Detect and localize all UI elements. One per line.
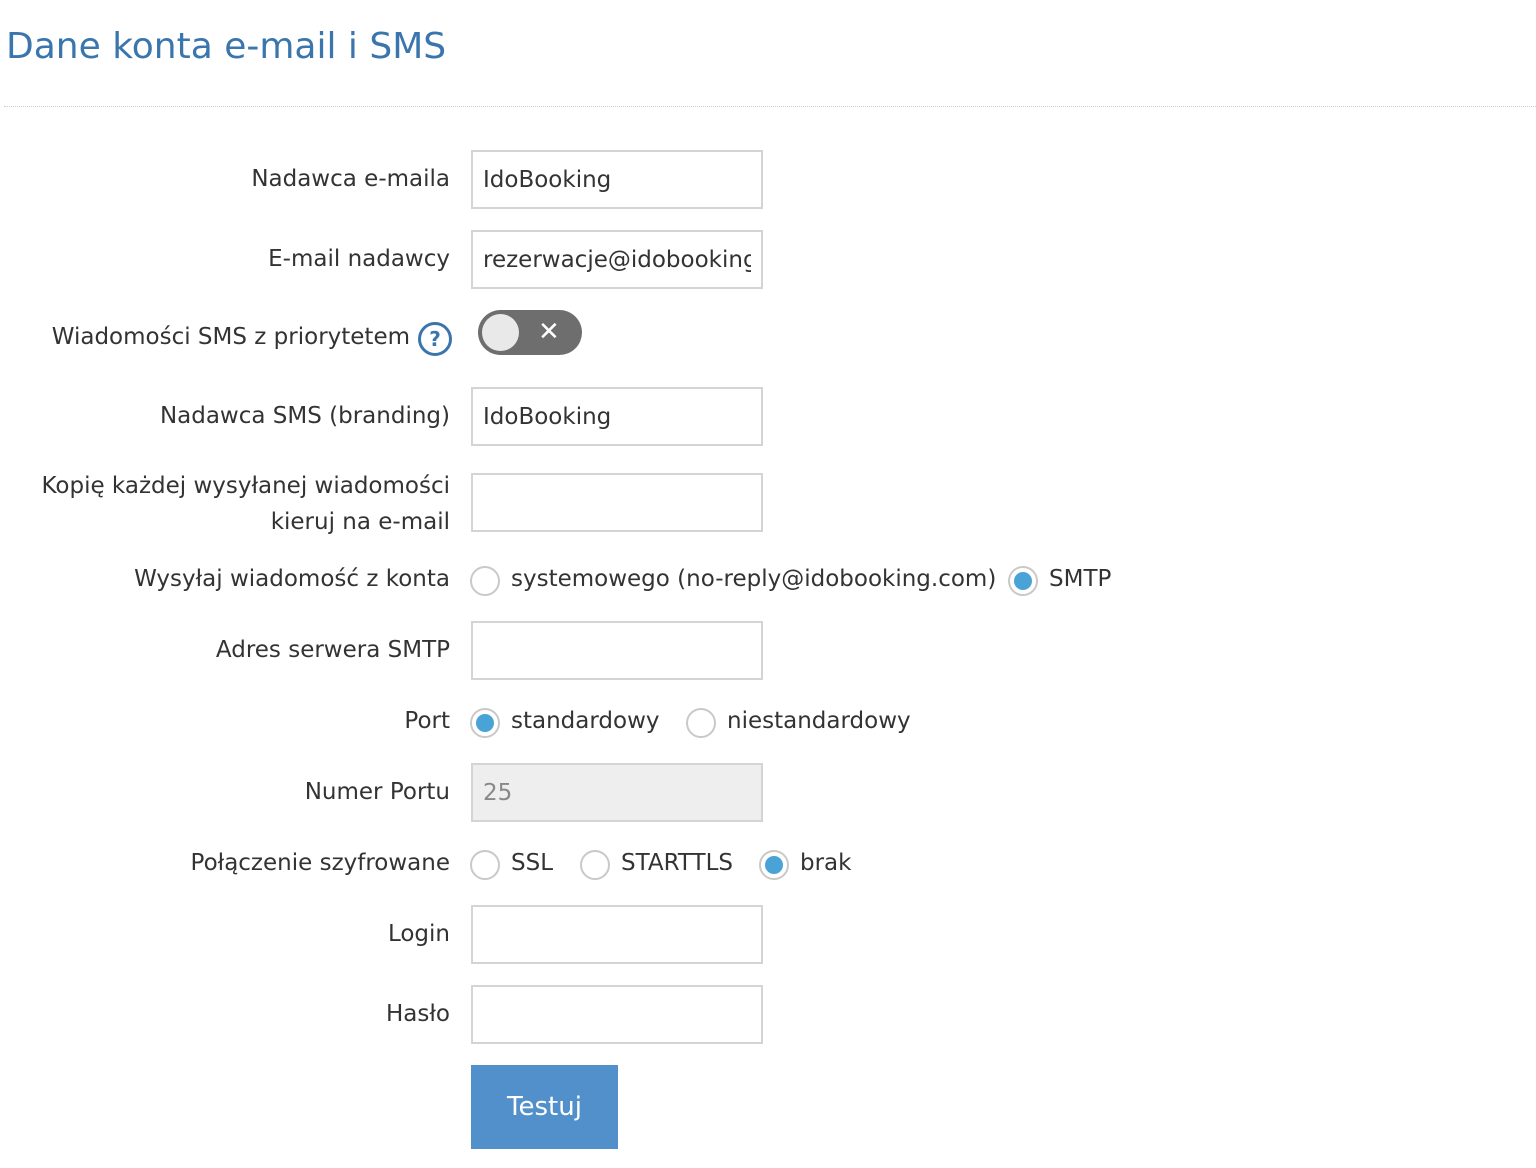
copy-email-input[interactable] — [471, 473, 763, 532]
password-input[interactable] — [471, 985, 763, 1044]
smtp-server-input[interactable] — [471, 621, 763, 680]
test-button[interactable]: Testuj — [471, 1065, 618, 1149]
sender-email-input[interactable] — [471, 230, 763, 289]
page-title: Dane konta e-mail i SMS — [6, 26, 447, 67]
port-standard-label[interactable]: standardowy — [511, 708, 660, 734]
title-divider — [4, 106, 1536, 107]
priority-sms-label: Wiadomości SMS z priorytetem — [51, 324, 410, 350]
email-sender-name-label: Nadawca e-maila — [251, 166, 450, 192]
send-from-smtp-radio[interactable] — [1008, 566, 1038, 596]
priority-sms-toggle[interactable]: ✕ — [478, 310, 582, 355]
encryption-none-label[interactable]: brak — [800, 850, 851, 876]
password-label: Hasło — [386, 1001, 450, 1027]
send-from-system-label[interactable]: systemowego (no-reply@idobooking.com) — [511, 566, 996, 592]
sms-sender-label: Nadawca SMS (branding) — [159, 403, 450, 429]
port-custom-radio[interactable] — [686, 708, 716, 738]
encryption-ssl-radio[interactable] — [470, 850, 500, 880]
sms-sender-input[interactable] — [471, 387, 763, 446]
login-label: Login — [387, 921, 450, 947]
port-label: Port — [404, 708, 450, 734]
port-number-input — [471, 763, 763, 822]
encryption-none-radio[interactable] — [759, 850, 789, 880]
copy-email-label-line1: Kopię każdej wysyłanej wiadomości — [41, 473, 450, 499]
encryption-label: Połączenie szyfrowane — [190, 850, 450, 876]
encryption-ssl-label[interactable]: SSL — [511, 850, 553, 876]
copy-email-label-line2: kieruj na e-mail — [270, 509, 450, 535]
port-custom-label[interactable]: niestandardowy — [727, 708, 911, 734]
question-circle-icon[interactable]: ? — [418, 322, 452, 356]
send-from-smtp-label[interactable]: SMTP — [1049, 566, 1111, 592]
toggle-knob — [482, 314, 519, 351]
send-from-label: Wysyłaj wiadomość z konta — [134, 566, 450, 592]
copy-email-label: Kopię każdej wysyłanej wiadomości kieruj… — [41, 468, 450, 540]
encryption-starttls-radio[interactable] — [580, 850, 610, 880]
port-number-label: Numer Portu — [304, 779, 450, 805]
send-from-system-radio[interactable] — [470, 566, 500, 596]
encryption-starttls-label[interactable]: STARTTLS — [621, 850, 733, 876]
email-sender-name-input[interactable] — [471, 150, 763, 209]
close-icon: ✕ — [538, 317, 560, 347]
sender-email-label: E-mail nadawcy — [268, 246, 450, 272]
login-input[interactable] — [471, 905, 763, 964]
smtp-server-label: Adres serwera SMTP — [215, 637, 450, 663]
port-standard-radio[interactable] — [470, 708, 500, 738]
